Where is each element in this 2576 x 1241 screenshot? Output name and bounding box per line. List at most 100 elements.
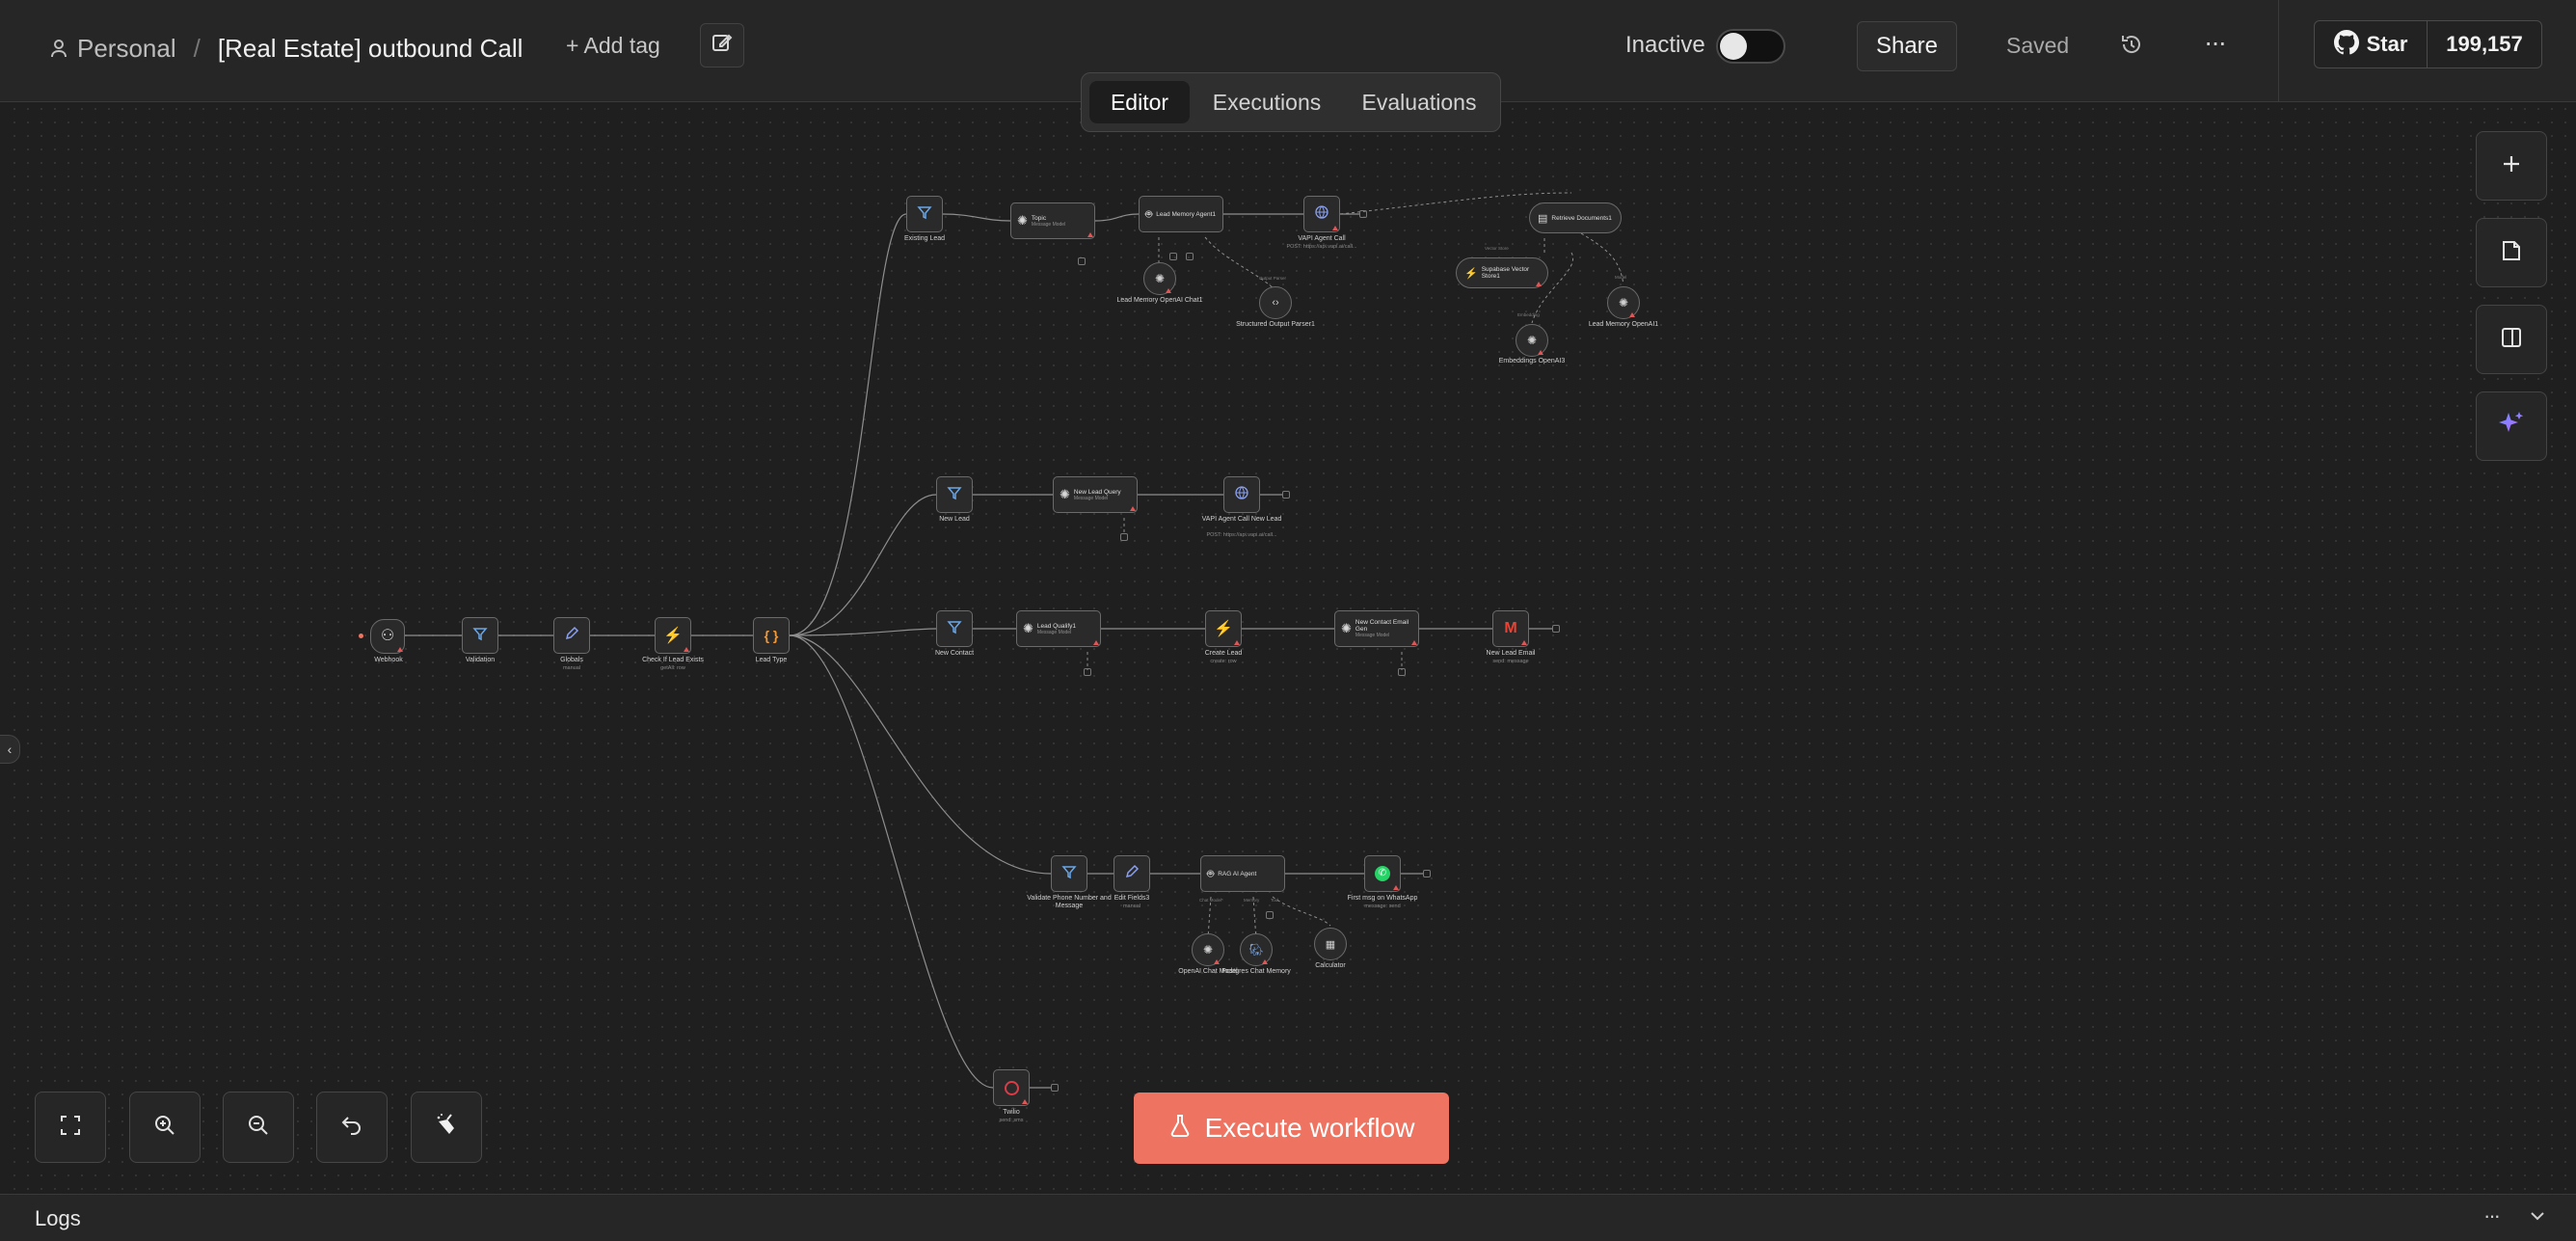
calculator-icon: ▦ <box>1325 938 1336 951</box>
node-retrieve-documents[interactable]: ▤ Retrieve Documents1 <box>1529 202 1622 233</box>
add-node-handle[interactable] <box>1120 533 1128 541</box>
edge-label: Chat Model* <box>1199 898 1223 903</box>
node-new-lead-email[interactable]: M <box>1492 610 1529 647</box>
add-node-handle[interactable] <box>1359 210 1367 218</box>
more-options-button[interactable]: ··· <box>2204 27 2227 58</box>
github-star-count: 199,157 <box>2446 32 2523 56</box>
node-label: Lead Type <box>755 657 788 663</box>
node-edit-fields[interactable] <box>1114 855 1150 892</box>
github-icon <box>2333 29 2359 60</box>
add-node-handle[interactable] <box>1552 625 1560 633</box>
fit-view-button[interactable] <box>35 1092 106 1163</box>
active-toggle[interactable] <box>1716 29 1785 64</box>
node-lead-qualify[interactable]: ✺ Lead Qualify1 Message Model <box>1016 610 1101 647</box>
node-openai-chat[interactable]: ✺ <box>1192 933 1224 966</box>
node-rag-agent[interactable]: 🤖︎ RAG AI Agent <box>1200 855 1285 892</box>
globe-icon <box>1314 204 1329 225</box>
node-structured-output-parser[interactable]: ‹› <box>1259 286 1292 319</box>
ai-assistant-button[interactable] <box>2476 391 2547 461</box>
view-tabs: Editor Executions Evaluations <box>1081 72 1501 132</box>
node-label: Twilio <box>1003 1109 1020 1116</box>
node-title: New Contact Email Gen <box>1355 619 1409 633</box>
node-title: Lead Qualify1 <box>1036 622 1077 630</box>
execute-workflow-button[interactable]: Execute workflow <box>1134 1093 1449 1164</box>
node-vapi-call[interactable] <box>1303 196 1340 232</box>
node-sub: manual <box>562 665 581 671</box>
node-new-lead-query[interactable]: ✺ New Lead Query Message Model <box>1053 476 1138 513</box>
logs-panel[interactable]: Logs ··· <box>0 1194 2576 1241</box>
workflow-name[interactable]: [Real Estate] outbound Call <box>218 34 523 64</box>
logs-expand-button[interactable] <box>2528 1206 2547 1230</box>
add-node-handle[interactable] <box>1186 253 1194 260</box>
node-twilio[interactable] <box>993 1069 1030 1106</box>
node-webhook[interactable]: ⚇ <box>370 619 405 654</box>
connection-handle[interactable] <box>359 634 363 638</box>
edge-label: Tool <box>1271 898 1279 903</box>
node-label: Calculator <box>1315 962 1346 969</box>
undo-button[interactable] <box>316 1092 388 1163</box>
node-supabase-vector-store[interactable]: ⚡ Supabase Vector Store1 <box>1456 257 1548 288</box>
edit-description-button[interactable] <box>700 23 744 67</box>
node-globals[interactable] <box>553 617 590 654</box>
node-calculator[interactable]: ▦ <box>1314 928 1347 960</box>
tab-editor[interactable]: Editor <box>1089 81 1190 123</box>
add-node-handle[interactable] <box>1423 870 1431 877</box>
node-lead-memory-openai[interactable]: ✺ <box>1607 286 1640 319</box>
undo-icon <box>339 1113 364 1143</box>
node-vapi-new-lead[interactable] <box>1223 476 1260 513</box>
github-star-widget[interactable]: Star 199,157 <box>2314 20 2542 68</box>
add-node-handle[interactable] <box>1398 668 1406 676</box>
node-validation[interactable] <box>462 617 498 654</box>
node-lead-memory-chat[interactable]: ✺ <box>1143 262 1176 295</box>
add-tag-button[interactable]: + Add tag <box>566 33 660 59</box>
node-label: VAPI Agent Call New Lead <box>1201 516 1282 523</box>
node-lead-type[interactable]: { } <box>753 617 790 654</box>
node-label: Globals <box>560 657 583 663</box>
pencil-icon <box>564 626 579 646</box>
node-validate-phone[interactable] <box>1051 855 1087 892</box>
share-button[interactable]: Share <box>1857 21 1957 71</box>
edge-label: Model <box>1615 275 1627 280</box>
tidy-up-button[interactable] <box>411 1092 482 1163</box>
sticky-note-button[interactable] <box>2476 218 2547 287</box>
logs-more-button[interactable]: ··· <box>2483 1203 2501 1228</box>
add-node-button[interactable] <box>2476 131 2547 201</box>
postgres-icon: 🐘︎ <box>1248 943 1264 957</box>
breadcrumb-separator: / <box>193 33 201 63</box>
node-new-contact[interactable] <box>936 610 973 647</box>
node-whatsapp[interactable]: ✆ <box>1364 855 1401 892</box>
add-node-handle[interactable] <box>1078 257 1086 265</box>
fit-view-icon <box>58 1113 83 1143</box>
zoom-out-button[interactable] <box>223 1092 294 1163</box>
node-label: Validation <box>465 657 496 663</box>
add-node-handle[interactable] <box>1051 1084 1059 1092</box>
node-existing-lead[interactable] <box>906 196 943 232</box>
node-create-lead[interactable]: ⚡ <box>1205 610 1242 647</box>
project-link[interactable]: Personal <box>77 34 176 64</box>
add-node-handle[interactable] <box>1084 668 1091 676</box>
toggle-panel-button[interactable] <box>2476 305 2547 374</box>
supabase-icon: ⚡ <box>663 628 683 644</box>
tab-evaluations[interactable]: Evaluations <box>1348 81 1490 123</box>
zoom-in-button[interactable] <box>129 1092 201 1163</box>
node-embeddings[interactable]: ✺ <box>1516 324 1548 357</box>
supabase-icon: ⚡ <box>1214 621 1233 637</box>
add-node-handle[interactable] <box>1282 491 1290 499</box>
node-label: New Lead Email <box>1486 650 1536 657</box>
filter-icon <box>472 626 488 646</box>
openai-icon: ✺ <box>1023 621 1033 635</box>
node-check-lead-exists[interactable]: ⚡ <box>655 617 691 654</box>
node-topic[interactable]: ✺ Topic Message Model <box>1010 202 1095 239</box>
collapse-sidebar-button[interactable]: ‹ <box>0 735 20 764</box>
github-star-button[interactable]: Star <box>2315 21 2428 67</box>
node-title: Supabase Vector Store1 <box>1481 266 1530 280</box>
add-node-handle[interactable] <box>1266 911 1274 919</box>
history-button[interactable] <box>2119 32 2144 62</box>
node-lead-memory-agent[interactable]: 🤖︎ Lead Memory Agent1 <box>1139 196 1223 232</box>
node-label: Create Lead <box>1204 650 1243 657</box>
add-node-handle[interactable] <box>1169 253 1177 260</box>
node-postgres-memory[interactable]: 🐘︎ <box>1240 933 1273 966</box>
node-new-contact-email-gen[interactable]: ✺ New Contact Email Gen Message Model <box>1334 610 1419 647</box>
node-new-lead[interactable] <box>936 476 973 513</box>
tab-executions[interactable]: Executions <box>1199 81 1334 123</box>
